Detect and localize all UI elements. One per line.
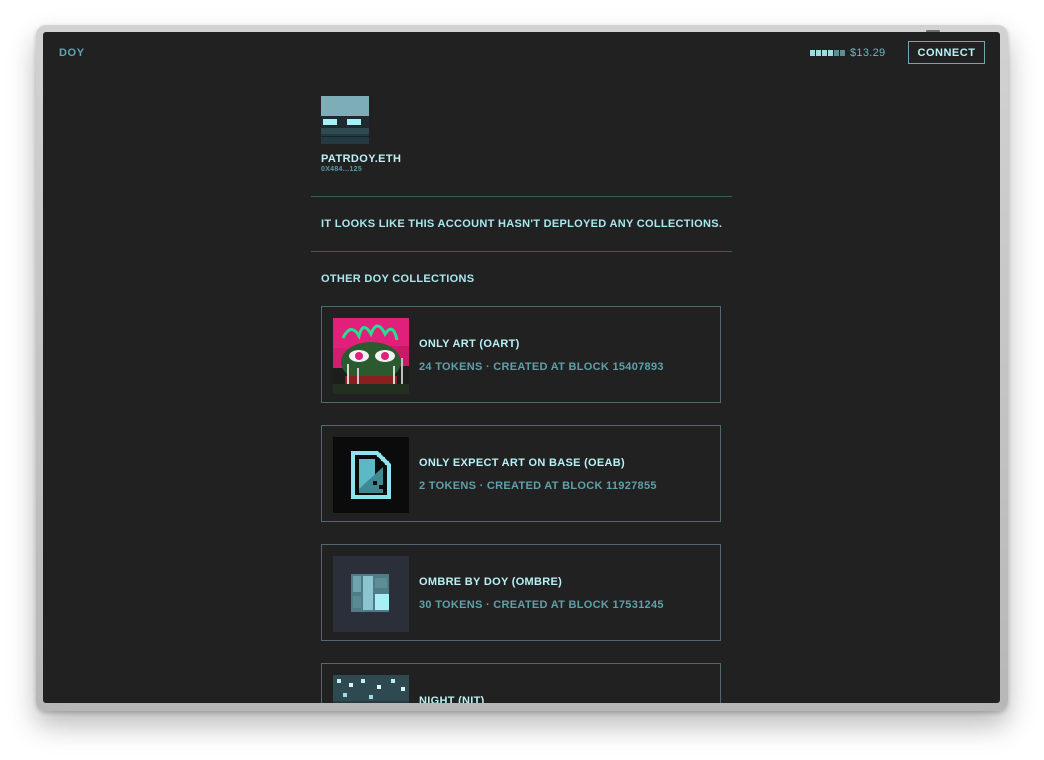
app-screen: DOY $13.29 CONNECT PATRDOY.ETH 0X484...1… — [43, 32, 1000, 703]
collection-thumbnail — [333, 437, 409, 513]
collection-meta: 2 TOKENS · CREATED AT BLOCK 11927855 — [419, 480, 657, 492]
collection-meta: 24 TOKENS · CREATED AT BLOCK 15407893 — [419, 361, 664, 373]
collection-title: ONLY EXPECT ART ON BASE (OEAB) — [419, 457, 626, 469]
balance-meter-icon — [810, 50, 845, 56]
divider — [311, 196, 732, 197]
empty-state-message: IT LOOKS LIKE THIS ACCOUNT HASN'T DEPLOY… — [321, 218, 723, 230]
collection-thumbnail — [333, 675, 409, 703]
balance-display: $13.29 — [810, 47, 885, 59]
connect-button[interactable]: CONNECT — [908, 41, 985, 64]
section-title: OTHER DOY COLLECTIONS — [321, 273, 475, 285]
brand-logo[interactable]: DOY — [59, 47, 85, 59]
divider — [311, 251, 732, 252]
collection-thumbnail — [333, 556, 409, 632]
profile-address[interactable]: 0X484...125 — [321, 166, 362, 173]
collection-card-oart[interactable]: ONLY ART (OART) 24 TOKENS · CREATED AT B… — [321, 306, 721, 403]
profile-avatar — [321, 96, 369, 144]
collection-thumbnail — [333, 318, 409, 394]
collection-card-ombre[interactable]: OMBRE BY DOY (OMBRE) 30 TOKENS · CREATED… — [321, 544, 721, 641]
collection-card-nit[interactable]: NIGHT (NIT) — [321, 663, 721, 703]
collection-title: ONLY ART (OART) — [419, 338, 520, 350]
collection-meta: 30 TOKENS · CREATED AT BLOCK 17531245 — [419, 599, 664, 611]
collection-title: OMBRE BY DOY (OMBRE) — [419, 576, 563, 588]
collection-title: NIGHT (NIT) — [419, 695, 485, 703]
profile-name: PATRDOY.ETH — [321, 153, 402, 165]
collection-card-oeab[interactable]: ONLY EXPECT ART ON BASE (OEAB) 2 TOKENS … — [321, 425, 721, 522]
balance-amount: $13.29 — [850, 47, 886, 59]
device-frame: DOY $13.29 CONNECT PATRDOY.ETH 0X484...1… — [36, 25, 1008, 711]
